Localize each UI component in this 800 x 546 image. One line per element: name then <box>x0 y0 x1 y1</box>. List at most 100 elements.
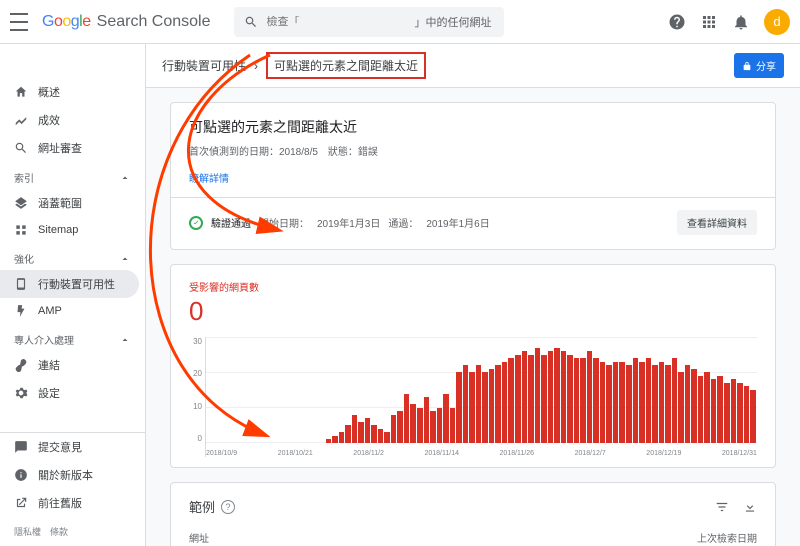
learn-more-link[interactable]: 瞭解詳情 <box>189 170 757 185</box>
bar <box>417 408 423 443</box>
bar <box>606 365 612 443</box>
bar <box>704 372 710 443</box>
sidebar-item-overview[interactable]: 概述 <box>0 78 139 106</box>
bar <box>522 351 528 443</box>
bar <box>352 415 358 443</box>
status-pass-label: 通過： <box>388 215 418 230</box>
gear-icon <box>14 386 28 400</box>
bar <box>744 386 750 443</box>
info-icon <box>14 468 28 482</box>
search-suffix: 」中的任何網址 <box>414 14 491 30</box>
bar <box>672 358 678 443</box>
layers-icon <box>14 196 28 210</box>
footer-terms[interactable]: 條款 <box>50 527 68 537</box>
share-button[interactable]: 分享 <box>734 53 784 78</box>
bar <box>476 365 482 443</box>
issue-title: 可點選的元素之間距離太近 <box>189 117 757 137</box>
bar <box>463 365 469 443</box>
filter-icon[interactable] <box>715 500 729 514</box>
bar <box>495 365 501 443</box>
status-start-date: 2019年1月3日 <box>317 215 380 230</box>
sidebar-item-old-version[interactable]: 前往舊版 <box>0 489 139 517</box>
bar <box>593 358 599 443</box>
bar <box>437 408 443 443</box>
sidebar-item-mobile-usability[interactable]: 行動裝置可用性 <box>0 270 139 298</box>
bar <box>456 372 462 443</box>
help-icon[interactable] <box>668 13 686 31</box>
bar <box>430 411 436 443</box>
check-circle-icon <box>189 216 203 230</box>
bar <box>691 369 697 443</box>
sidebar-item-links[interactable]: 連結 <box>0 351 139 379</box>
sidebar-item-sitemap[interactable]: Sitemap <box>0 217 139 243</box>
product-logo[interactable]: Google Search Console <box>42 13 210 31</box>
search-input[interactable] <box>266 16 406 28</box>
examples-card: 範例 ? 網址 上次檢索日期 <box>170 482 776 546</box>
bar <box>731 379 737 443</box>
sidebar-item-feedback[interactable]: 提交意見 <box>0 433 139 461</box>
view-detail-button[interactable]: 查看詳細資料 <box>677 210 757 235</box>
bar <box>587 351 593 443</box>
examples-title: 範例 <box>189 497 215 516</box>
chart-icon <box>14 113 28 127</box>
crumb-current: 可點選的元素之間距離太近 <box>266 52 426 79</box>
footer-privacy[interactable]: 隱私權 <box>14 527 41 537</box>
bar <box>482 372 488 443</box>
chevron-up-icon <box>119 253 131 265</box>
notifications-icon[interactable] <box>732 13 750 31</box>
metric-value: 0 <box>189 296 757 327</box>
bar <box>391 415 397 443</box>
bar <box>737 383 743 443</box>
bar <box>659 362 665 443</box>
bar <box>384 432 390 443</box>
bar <box>345 425 351 443</box>
google-wordmark: Google <box>42 13 91 31</box>
bar <box>332 436 338 443</box>
status-pass-date: 2019年1月6日 <box>426 215 489 230</box>
sidebar-item-amp[interactable]: AMP <box>0 298 139 324</box>
search-icon <box>244 15 258 29</box>
bar <box>548 351 554 443</box>
url-search[interactable]: 」中的任何網址 <box>234 7 504 37</box>
col-url: 網址 <box>189 530 209 545</box>
sidebar-section-enhance[interactable]: 強化 <box>0 243 145 270</box>
bar <box>633 358 639 443</box>
sidebar-section-manual[interactable]: 專人介入處理 <box>0 324 145 351</box>
status-label: 驗證通過 <box>211 215 251 230</box>
bar <box>619 362 625 443</box>
menu-icon[interactable] <box>10 13 28 31</box>
issue-summary-card: 可點選的元素之間距離太近 首次偵測到的日期：2018/8/5 狀態：錯誤 瞭解詳… <box>170 102 776 250</box>
download-icon[interactable] <box>743 500 757 514</box>
bar <box>613 362 619 443</box>
bar <box>404 394 410 443</box>
sitemap-icon <box>14 223 28 237</box>
bar <box>567 355 573 443</box>
sidebar-item-performance[interactable]: 成效 <box>0 106 139 134</box>
bar <box>528 355 534 443</box>
avatar[interactable]: d <box>764 9 790 35</box>
help-icon[interactable]: ? <box>221 500 235 514</box>
col-last-crawl: 上次檢索日期 <box>697 530 757 545</box>
bar <box>554 348 560 443</box>
bar <box>678 372 684 443</box>
bar <box>365 418 371 443</box>
phone-icon <box>14 277 28 291</box>
bar <box>639 362 645 443</box>
chevron-up-icon <box>119 172 131 184</box>
apps-icon[interactable] <box>700 13 718 31</box>
sidebar-item-settings[interactable]: 設定 <box>0 379 139 407</box>
chevron-up-icon <box>119 334 131 346</box>
bar <box>698 376 704 443</box>
bolt-icon <box>14 304 28 318</box>
sidebar-item-url-inspect[interactable]: 網址審查 <box>0 134 139 162</box>
crumb-parent[interactable]: 行動裝置可用性 <box>162 57 246 74</box>
sidebar-section-index[interactable]: 索引 <box>0 162 145 189</box>
sidebar-item-coverage[interactable]: 涵蓋範圍 <box>0 189 139 217</box>
bar <box>600 362 606 443</box>
bar <box>424 397 430 443</box>
product-name: Search Console <box>97 13 211 31</box>
sidebar-item-about[interactable]: 關於新版本 <box>0 461 139 489</box>
bar <box>339 432 345 443</box>
bar <box>685 365 691 443</box>
breadcrumb: 行動裝置可用性 › 可點選的元素之間距離太近 分享 <box>146 44 800 88</box>
